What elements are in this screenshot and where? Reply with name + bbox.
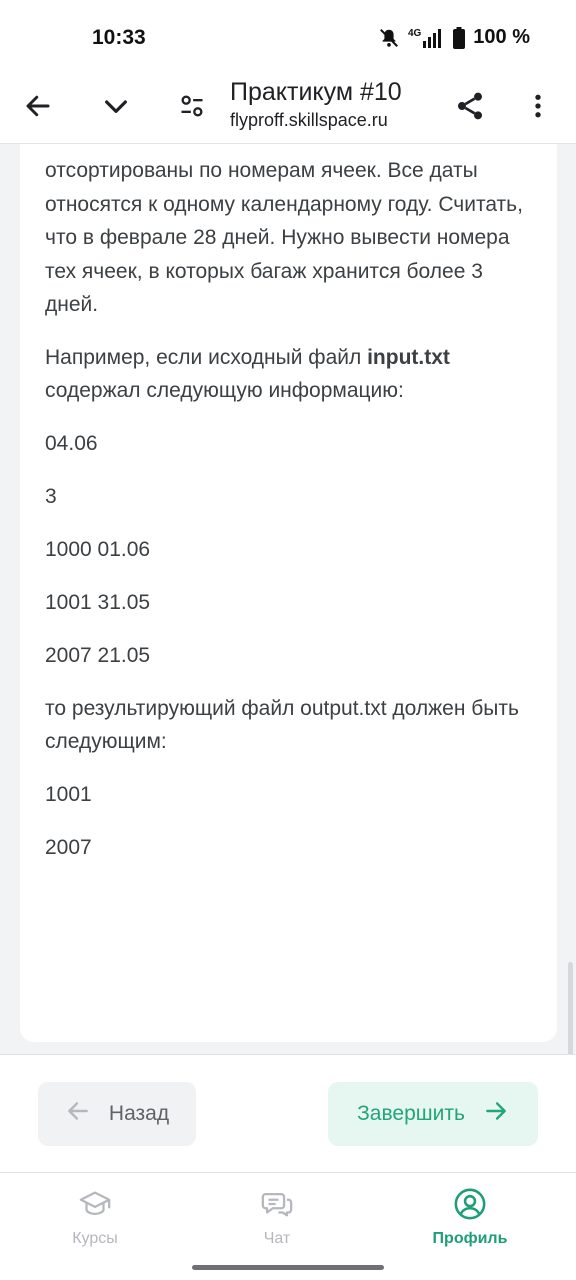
page-info[interactable]: Практикум #10 flyproff.skillspace.ru bbox=[230, 76, 402, 132]
task-paragraph-3: то результирующий файл output.txt должен… bbox=[45, 696, 519, 754]
browser-toolbar: Практикум #10 flyproff.skillspace.ru bbox=[0, 72, 576, 144]
page-url: flyproff.skillspace.ru bbox=[230, 110, 388, 130]
lesson-content: отсортированы по номерам ячеек. Все даты… bbox=[20, 144, 557, 1042]
more-menu-button[interactable] bbox=[512, 82, 564, 134]
arrow-right-icon bbox=[483, 1098, 509, 1130]
input-line: 1001 31.05 bbox=[45, 590, 151, 614]
task-paragraph-2: Например, если исходный файл input.txt с… bbox=[45, 341, 533, 408]
lesson-actions: Назад Завершить bbox=[0, 1055, 576, 1172]
status-time: 10:33 bbox=[92, 26, 146, 49]
nav-item-courses[interactable]: Курсы bbox=[35, 1187, 155, 1248]
scrollbar[interactable] bbox=[568, 962, 573, 1064]
signal-icon: 4G bbox=[408, 28, 445, 48]
nav-label-profile: Профиль bbox=[432, 1230, 508, 1247]
nav-label-courses: Курсы bbox=[72, 1230, 118, 1247]
status-bar: 10:33 4G 100 % bbox=[0, 0, 576, 72]
nav-item-chat[interactable]: Чат bbox=[217, 1187, 337, 1248]
input-line: 1000 01.06 bbox=[45, 537, 151, 561]
nav-label-chat: Чат bbox=[263, 1230, 291, 1247]
output-line: 2007 bbox=[45, 835, 92, 859]
mute-bell-icon bbox=[378, 27, 400, 49]
paragraph-2-suffix: содержал следующую информацию: bbox=[45, 379, 404, 402]
minimize-button[interactable] bbox=[90, 82, 142, 134]
share-icon bbox=[454, 90, 486, 127]
input-filename: input.txt bbox=[367, 345, 450, 369]
page-settings-button[interactable] bbox=[166, 82, 218, 134]
nav-item-profile[interactable]: Профиль bbox=[410, 1187, 530, 1248]
input-line: 3 bbox=[45, 484, 57, 508]
battery-level: 100 % bbox=[473, 26, 530, 48]
finish-label: Завершить bbox=[357, 1102, 465, 1125]
bottom-navigation: Курсы Чат Профиль bbox=[0, 1172, 576, 1280]
back-arrow-icon bbox=[23, 91, 53, 126]
status-icons: 4G 100 % bbox=[378, 26, 530, 49]
paragraph-2-prefix: Например, если исходный файл bbox=[45, 345, 368, 369]
filter-settings-icon bbox=[178, 92, 206, 125]
chevron-down-icon bbox=[100, 90, 132, 127]
input-line: 2007 21.05 bbox=[45, 643, 151, 667]
profile-circle-icon bbox=[453, 1187, 487, 1226]
input-line: 04.06 bbox=[45, 431, 98, 455]
arrow-left-icon bbox=[65, 1098, 91, 1130]
back-button[interactable] bbox=[12, 82, 64, 134]
network-type: 4G bbox=[407, 27, 422, 39]
back-lesson-label: Назад bbox=[108, 1102, 170, 1125]
graduation-cap-icon bbox=[78, 1187, 112, 1226]
chat-bubbles-icon bbox=[260, 1187, 294, 1226]
finish-button[interactable]: Завершить bbox=[328, 1082, 538, 1146]
home-indicator[interactable] bbox=[192, 1265, 384, 1270]
more-vert-icon bbox=[524, 92, 552, 125]
share-button[interactable] bbox=[444, 82, 496, 134]
page-title: Практикум #10 bbox=[230, 78, 402, 106]
task-paragraph-1: отсортированы по номерам ячеек. Все даты… bbox=[45, 159, 523, 316]
back-lesson-button[interactable]: Назад bbox=[38, 1082, 196, 1146]
output-line: 1001 bbox=[45, 782, 92, 806]
battery-icon bbox=[453, 26, 466, 49]
